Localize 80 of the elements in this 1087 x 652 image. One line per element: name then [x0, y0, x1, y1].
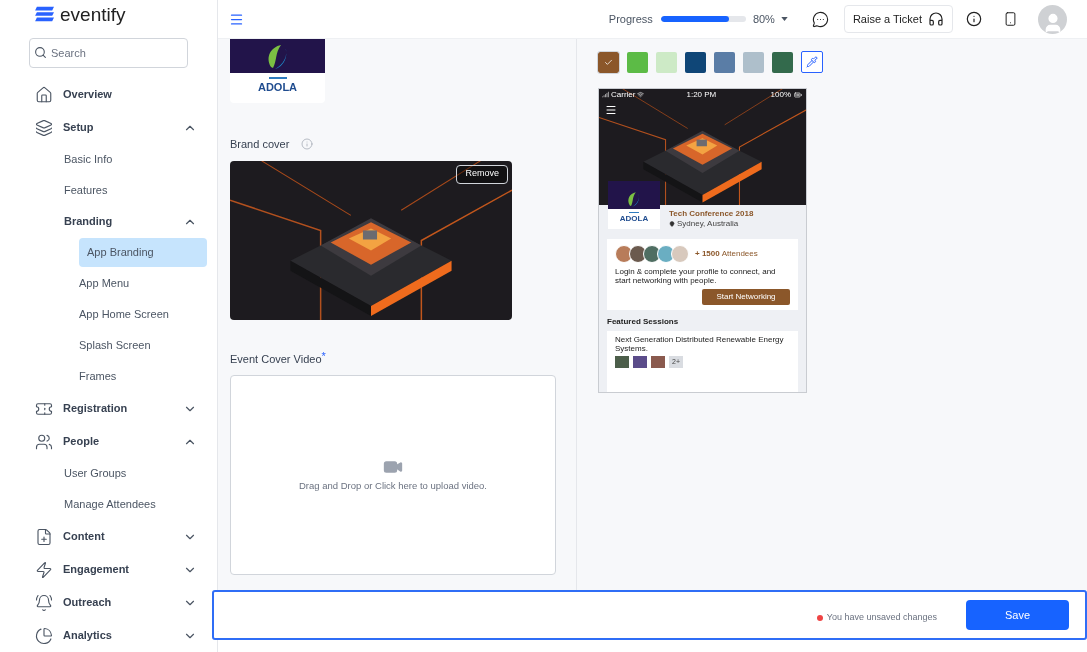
profile-message: Login & complete your profile to connect, and start networking with people.	[615, 267, 777, 285]
attendee-count: + 1500	[695, 248, 720, 260]
nav-icon	[35, 118, 53, 137]
color-swatch[interactable]	[772, 51, 793, 73]
nav-item[interactable]: Outreach	[63, 594, 112, 611]
nav-item[interactable]: Features	[64, 182, 108, 199]
nav-item[interactable]: App Menu	[79, 275, 130, 292]
phone-icon[interactable]	[1003, 11, 1018, 27]
logo-text: ADOLA	[257, 82, 298, 93]
eyedropper-button[interactable]	[801, 51, 823, 73]
app-logo: eventify	[60, 4, 126, 24]
color-swatch[interactable]	[627, 51, 648, 73]
nav-item[interactable]: App Branding	[79, 238, 207, 267]
caret-icon[interactable]	[780, 17, 788, 21]
required-mark: *	[321, 350, 326, 362]
color-swatch[interactable]	[598, 51, 619, 73]
nav-item[interactable]: Content	[63, 528, 105, 545]
nav-item[interactable]: User Groups	[64, 465, 127, 482]
clock-text: 1:20 PM	[686, 89, 717, 101]
search-icon	[34, 46, 47, 59]
nav-icon	[35, 432, 53, 451]
nav-icon	[35, 560, 53, 579]
event-title: Tech Conference 2018	[669, 208, 755, 220]
attendee-avatar	[657, 245, 675, 263]
info-icon[interactable]	[966, 11, 982, 27]
battery-text: 100%	[770, 89, 791, 101]
chat-icon[interactable]	[811, 10, 829, 28]
nav-item[interactable]: Splash Screen	[79, 337, 151, 354]
color-swatch[interactable]	[743, 51, 764, 73]
session-title: Next Generation Distributed Renewable Energy Systems.	[615, 335, 785, 353]
eventify-logo-icon	[34, 5, 56, 23]
upload-hint: Drag and Drop or Click here to upload video.	[299, 478, 487, 493]
nav-item[interactable]: Frames	[79, 368, 117, 385]
unsaved-text: You have unsaved changes	[826, 611, 937, 625]
nav-icon	[35, 593, 53, 612]
color-swatch[interactable]	[714, 51, 735, 73]
attendee-avatar	[671, 245, 689, 263]
signal-icon	[602, 91, 609, 98]
speaker-thumbnail	[651, 356, 665, 368]
carrier-text: Carrier	[611, 89, 636, 101]
progress-reading: 80%	[752, 11, 775, 27]
nav-item[interactable]: App Home Screen	[79, 306, 169, 323]
menu-icon[interactable]	[229, 11, 244, 27]
nav-item[interactable]: Setup	[63, 119, 94, 136]
video-drop-zone[interactable]: Drag and Drop or Click here to upload video.	[230, 375, 556, 575]
location-pin-icon	[669, 221, 675, 227]
start-networking-button[interactable]: Start Networking	[702, 289, 790, 305]
nav-item[interactable]: People	[63, 433, 100, 450]
headphones-icon	[928, 11, 944, 27]
remove-button[interactable]: Remove	[456, 164, 508, 184]
attendee-avatar	[615, 245, 633, 263]
raise-ticket-button[interactable]: Raise a Ticket	[843, 5, 953, 33]
nav-icon	[35, 626, 53, 645]
speaker-thumbnail	[615, 356, 629, 368]
speaker-thumbnail	[633, 356, 647, 368]
video-label: Event Cover Video	[230, 351, 322, 367]
nav-item[interactable]: Branding	[64, 213, 113, 230]
attendee-avatar	[643, 245, 661, 263]
nav-item[interactable]: Analytics	[63, 627, 112, 644]
attendee-avatar	[629, 245, 647, 263]
menu-icon	[605, 104, 617, 116]
brand-cover-label: Brand cover	[230, 137, 290, 152]
search-field[interactable]: Search	[29, 38, 188, 68]
event-location: Sydney, Australia	[677, 220, 739, 228]
nav-item[interactable]: Registration	[63, 400, 128, 417]
save-button[interactable]: Save	[966, 600, 1069, 630]
color-swatch[interactable]	[685, 51, 706, 73]
eyedropper-icon	[806, 56, 818, 68]
nav-icon	[35, 527, 53, 546]
sessions-heading: Featured Sessions	[607, 316, 680, 328]
nav-item[interactable]: Manage Attendees	[64, 496, 156, 513]
progress-label: Progress	[608, 11, 653, 27]
nav-item[interactable]: Engagement	[63, 561, 129, 578]
nav-item[interactable]: Basic Info	[64, 151, 113, 168]
check-icon	[604, 57, 613, 67]
logo-text: ADOLA	[619, 215, 649, 223]
nav-item[interactable]: Overview	[63, 86, 112, 103]
attendee-label: Attendees	[721, 248, 758, 260]
nav-icon	[35, 85, 53, 104]
color-swatch[interactable]	[656, 51, 677, 73]
